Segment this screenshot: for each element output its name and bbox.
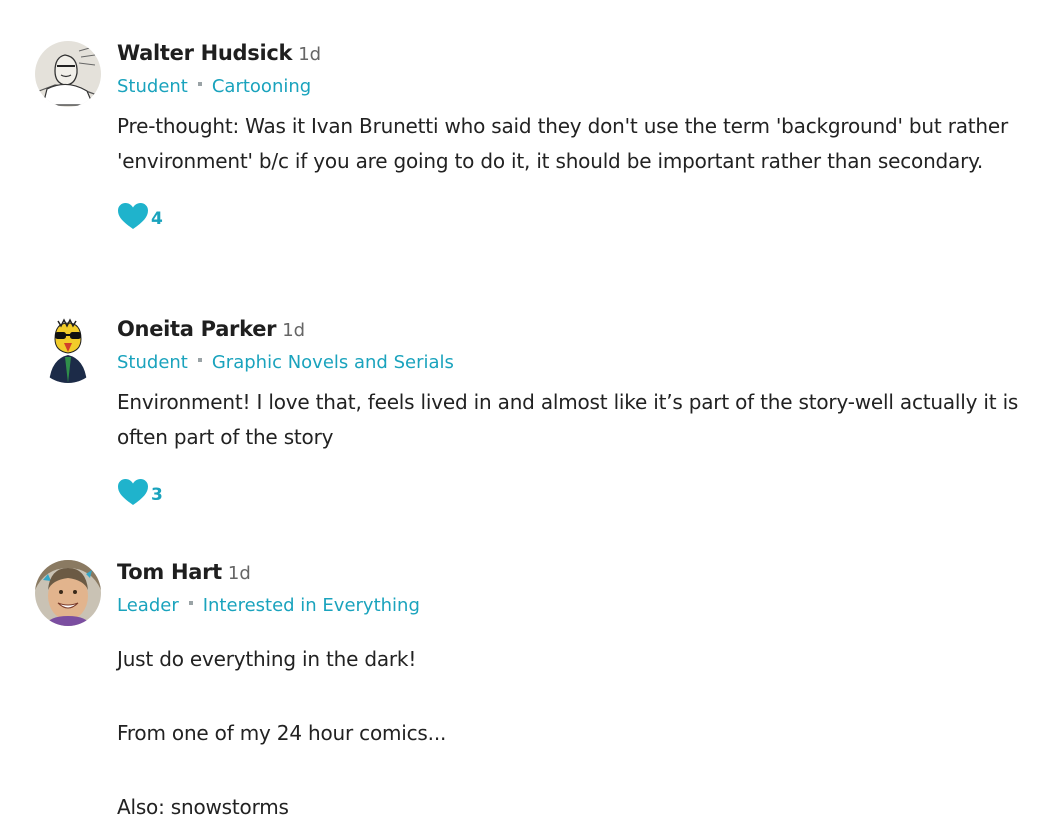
avatar[interactable] — [35, 41, 101, 107]
comment-header: Walter Hudsick 1d — [117, 41, 1027, 71]
heart-icon[interactable] — [117, 478, 149, 506]
comment-age: 1d — [298, 44, 322, 65]
author-role: Leader — [117, 594, 179, 616]
comment-text: Just do everything in the dark! From one… — [117, 642, 1027, 825]
author-name[interactable]: Tom Hart — [117, 560, 222, 584]
author-role: Student — [117, 351, 188, 373]
comment-body: Oneita Parker 1d Student Graphic Novels … — [117, 317, 1027, 507]
comment-header: Oneita Parker 1d — [117, 317, 1027, 347]
comment-body: Walter Hudsick 1d Student Cartooning Pre… — [117, 41, 1027, 231]
avatar[interactable] — [35, 560, 101, 626]
comment-paragraph: Also: snowstorms — [117, 795, 289, 819]
comment-feed: Walter Hudsick 1d Student Cartooning Pre… — [0, 0, 1051, 833]
comment-text: Pre-thought: Was it Ivan Brunetti who sa… — [117, 109, 1027, 179]
separator-dot — [188, 601, 193, 605]
author-group-link[interactable]: Cartooning — [212, 76, 311, 97]
comment-paragraph: Pre-thought: Was it Ivan Brunetti who sa… — [117, 114, 1009, 173]
separator-dot — [197, 358, 202, 362]
author-role: Student — [117, 75, 188, 97]
author-group-link[interactable]: Interested in Everything — [203, 595, 420, 616]
author-meta: Student Graphic Novels and Serials — [117, 349, 1027, 375]
author-group-link[interactable]: Graphic Novels and Serials — [212, 352, 454, 373]
comment-age: 1d — [227, 563, 251, 584]
comment-paragraph: From one of my 24 hour comics... — [117, 721, 447, 745]
author-name[interactable]: Oneita Parker — [117, 317, 277, 341]
cartoon-bird-icon — [35, 317, 101, 383]
comment-paragraph: Environment! I love that, feels lived in… — [117, 390, 1019, 449]
comment-body: Tom Hart 1d Leader Interested in Everyth… — [117, 560, 1027, 825]
like-count: 4 — [151, 209, 163, 229]
comment-header: Tom Hart 1d — [117, 560, 1027, 590]
author-meta: Student Cartooning — [117, 73, 1027, 99]
photo-icon — [35, 560, 101, 626]
author-name[interactable]: Walter Hudsick — [117, 41, 293, 65]
comment-text: Environment! I love that, feels lived in… — [117, 385, 1027, 455]
like-control[interactable]: 4 — [117, 201, 1027, 231]
author-meta: Leader Interested in Everything — [117, 592, 1027, 618]
sketch-portrait-icon — [35, 41, 101, 107]
heart-icon[interactable] — [117, 202, 149, 230]
avatar[interactable] — [35, 317, 101, 383]
comment-paragraph: Just do everything in the dark! — [117, 647, 417, 671]
like-count: 3 — [151, 485, 163, 505]
comment-age: 1d — [282, 320, 306, 341]
separator-dot — [197, 82, 202, 86]
like-control[interactable]: 3 — [117, 477, 1027, 507]
